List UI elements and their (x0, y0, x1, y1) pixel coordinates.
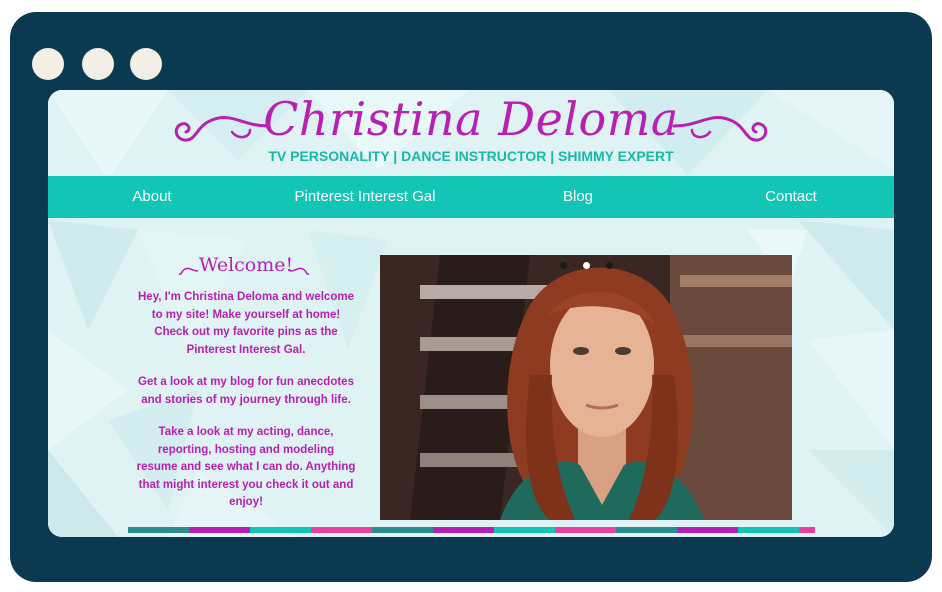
nav-about[interactable]: About (132, 176, 171, 218)
portrait-illustration (380, 255, 792, 520)
window-minimize-dot[interactable] (82, 48, 114, 80)
slide-dot-3[interactable] (606, 262, 613, 269)
welcome-heading: Welcome! (198, 254, 294, 276)
slide-dot-2[interactable] (583, 262, 590, 269)
window-maximize-dot[interactable] (130, 48, 162, 80)
nav-pinterest-interest-gal[interactable]: Pinterest Interest Gal (295, 176, 436, 218)
footer-stripe-segment (799, 527, 815, 533)
footer-stripe-segment (555, 527, 616, 533)
right-swirl-ornament (672, 116, 768, 142)
footer-stripe-segment (738, 527, 799, 533)
nav-contact[interactable]: Contact (765, 176, 817, 218)
welcome-heading-wrap: Welcome! (146, 254, 346, 276)
nav-blog[interactable]: Blog (563, 176, 593, 218)
welcome-paragraph: Hey, I'm Christina Deloma and welcome to… (138, 291, 354, 356)
footer-stripe-segment (189, 527, 250, 533)
footer-stripe-segment (677, 527, 738, 533)
welcome-right-swirl (289, 267, 310, 275)
footer-stripe-segment (616, 527, 677, 533)
footer-stripe-segment (128, 527, 189, 533)
blog-paragraph: Get a look at my blog for fun anecdotes … (138, 376, 354, 406)
slide-dot-1[interactable] (560, 262, 567, 269)
footer-stripe-segment (494, 527, 555, 533)
main-navigation: About Pinterest Interest Gal Blog Contac… (48, 176, 894, 218)
footer-stripe-segment (311, 527, 372, 533)
window-close-dot[interactable] (32, 48, 64, 80)
footer-stripe-segment (250, 527, 311, 533)
footer-stripe-segment (372, 527, 433, 533)
portrait-photo[interactable] (380, 255, 792, 520)
site-tagline: TV PERSONALITY | DANCE INSTRUCTOR | SHIM… (268, 148, 674, 164)
resume-paragraph: Take a look at my acting, dance, reporti… (136, 426, 356, 509)
site-header: Christina Deloma TV PERSONALITY | DANCE … (48, 90, 894, 176)
website-screen: Christina Deloma TV PERSONALITY | DANCE … (48, 90, 894, 537)
footer-stripe-segment (433, 527, 494, 533)
